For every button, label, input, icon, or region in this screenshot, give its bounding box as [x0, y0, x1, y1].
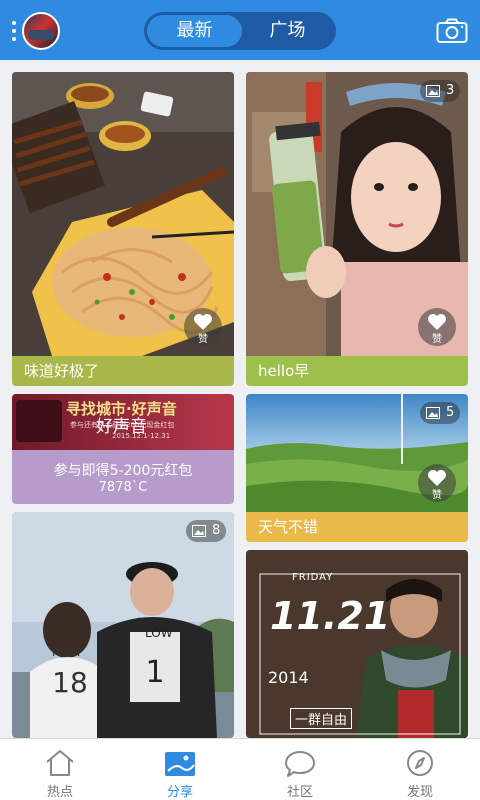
photo-count-badge: 5 — [420, 402, 461, 424]
tab-community[interactable]: 社区 — [240, 739, 360, 800]
user-avatar[interactable] — [22, 12, 60, 50]
promo-overlay-title: 好声音 — [96, 417, 147, 437]
tab-hot[interactable]: 热点 — [0, 739, 120, 800]
photo-count-badge: 3 — [420, 80, 461, 102]
promo-banner-title: 寻找城市·好声音 — [66, 400, 177, 418]
like-button[interactable]: 赞 — [418, 308, 456, 346]
feed-card-selfie[interactable]: 3 赞 hello早 — [246, 72, 468, 386]
like-button[interactable]: 赞 — [184, 308, 222, 346]
compass-icon — [407, 750, 433, 776]
image-icon — [426, 85, 440, 97]
couple-photo: 1 18 — [12, 512, 234, 738]
feed-card-landscape[interactable]: 5 赞 天气不错 — [246, 394, 468, 542]
feed-card-promo[interactable]: 寻找城市·好声音 参与还有机会获得200元现金红包 2015.12.1-12.3… — [12, 394, 234, 504]
picture-icon — [165, 752, 195, 776]
poster-brand: 一群自由 — [290, 708, 353, 729]
tab-discover[interactable]: 发现 — [360, 739, 480, 800]
app-header: 最新 广场 — [0, 0, 480, 60]
camera-icon[interactable] — [436, 18, 468, 44]
feed-card-poster[interactable]: FRIDAY 11.21 2014 一群自由 — [246, 550, 468, 738]
heart-icon — [194, 314, 212, 330]
shirt-text-right: LOW — [145, 626, 173, 640]
svg-text:18: 18 — [52, 666, 88, 699]
card-caption: hello早 — [246, 356, 468, 386]
promo-banner-sub: 参与还有机会获得200元现金红包 — [70, 421, 175, 429]
voice-logo — [16, 400, 62, 442]
photo-count-badge: 8 — [186, 520, 227, 542]
card-caption: 味道好极了 — [12, 356, 234, 386]
tab-latest[interactable]: 最新 — [147, 15, 242, 47]
promo-sub-caption: 7878`C — [98, 480, 148, 495]
svg-text:1: 1 — [145, 655, 164, 690]
shirt-text-left: HIGH — [52, 646, 81, 659]
image-icon — [426, 407, 440, 419]
image-icon — [192, 525, 206, 537]
poster-photo — [246, 550, 468, 738]
tab-share[interactable]: 分享 — [120, 739, 240, 800]
poster-day: FRIDAY — [292, 572, 334, 583]
like-button[interactable]: 赞 — [418, 464, 456, 502]
promo-banner: 寻找城市·好声音 参与还有机会获得200元现金红包 2015.12.1-12.3… — [12, 394, 234, 450]
more-vertical-icon[interactable] — [12, 21, 18, 41]
heart-icon — [428, 314, 446, 330]
feed-card-couple[interactable]: 1 18 HIGH LOW 8 — [12, 512, 234, 738]
poster-year: 2014 — [268, 668, 309, 687]
chat-bubble-icon — [285, 751, 315, 777]
home-icon — [46, 750, 74, 776]
card-caption: 天气不错 — [246, 512, 468, 542]
feed-card-food[interactable]: 赞 味道好极了 — [12, 72, 234, 386]
heart-icon — [428, 470, 446, 486]
feed-segmented-control: 最新 广场 — [144, 12, 336, 50]
poster-date: 11.21 — [270, 594, 391, 638]
tab-plaza[interactable]: 广场 — [240, 15, 335, 47]
bottom-tab-bar: 热点 分享 社区 发现 — [0, 738, 480, 800]
promo-caption: 参与即得5-200元红包 — [53, 463, 193, 479]
